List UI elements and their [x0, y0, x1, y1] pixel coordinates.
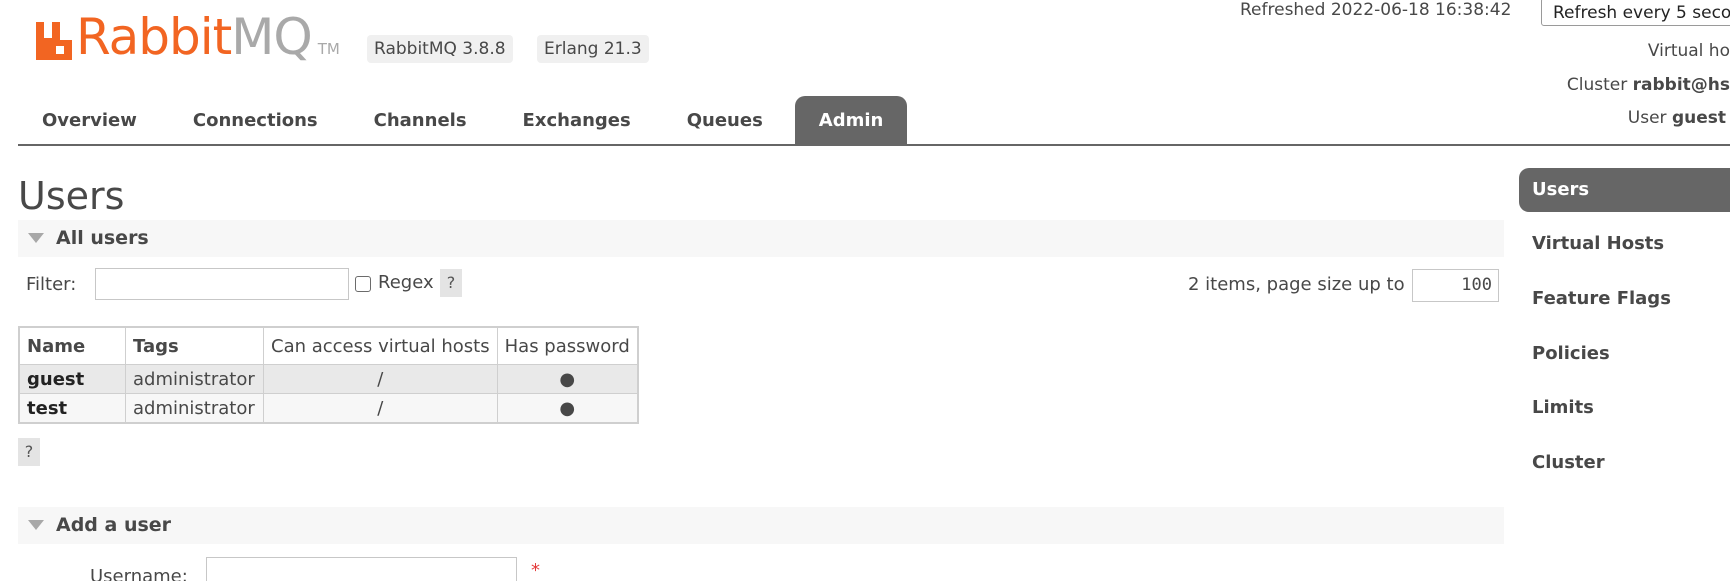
filter-label: Filter: — [26, 274, 77, 295]
virtual-host-label: Virtual ho — [1647, 41, 1730, 61]
user-name: guest — [1671, 108, 1726, 128]
refreshed-timestamp: Refreshed 2022-06-18 16:38:42 — [1240, 0, 1512, 20]
logo-text-mq: MQ — [231, 8, 312, 66]
column-header-vhosts[interactable]: Can access virtual hosts — [263, 326, 498, 365]
tab-admin[interactable]: Admin — [794, 96, 908, 144]
users-table-help-button[interactable]: ? — [18, 438, 40, 466]
user-label: User — [1627, 108, 1667, 128]
username-label: Username: — [90, 566, 188, 581]
sidebar-item-feature-flags[interactable]: Feature Flags — [1519, 277, 1730, 321]
sidebar-item-policies[interactable]: Policies — [1519, 332, 1730, 376]
sidebar-item-users[interactable]: Users — [1519, 168, 1730, 212]
has-password-indicator: ● — [496, 364, 639, 394]
nav-divider — [18, 144, 1730, 146]
rabbitmq-admin-page: Rabbit MQ TM RabbitMQ 3.8.8 Erlang 21.3 R… — [0, 0, 1730, 581]
tab-overview[interactable]: Overview — [18, 96, 161, 144]
rabbitmq-logo[interactable]: Rabbit MQ TM — [34, 8, 340, 62]
refresh-interval-select[interactable]: Refresh every 5 seconds — [1541, 0, 1730, 26]
username-field[interactable] — [206, 557, 517, 581]
collapse-triangle-icon — [28, 520, 44, 530]
regex-checkbox[interactable] — [355, 276, 371, 292]
tab-connections[interactable]: Connections — [169, 96, 342, 144]
has-password-indicator: ● — [496, 393, 639, 424]
logo-trademark: TM — [317, 40, 340, 58]
virtual-host-info: Virtual ho — [1648, 41, 1730, 61]
user-name-link[interactable]: guest — [18, 364, 126, 394]
filter-input[interactable] — [95, 268, 349, 300]
column-header-has-password[interactable]: Has password — [496, 326, 639, 365]
main-nav-tabs: Overview Connections Channels Exchanges … — [18, 96, 915, 144]
add-user-section-title: Add a user — [56, 514, 172, 536]
add-user-section-toggle[interactable]: Add a user — [18, 507, 1504, 544]
user-tags: administrator — [125, 364, 264, 394]
cluster-name: rabbit@hs — [1632, 75, 1730, 95]
sidebar-item-limits[interactable]: Limits — [1519, 386, 1730, 430]
tab-queues[interactable]: Queues — [663, 96, 787, 144]
collapse-triangle-icon — [28, 233, 44, 243]
sidebar-item-virtual-hosts[interactable]: Virtual Hosts — [1519, 222, 1730, 266]
user-vhosts: / — [263, 364, 498, 394]
table-row: test administrator / ● — [18, 393, 639, 424]
users-table: Name Tags Can access virtual hosts Has p… — [18, 326, 639, 424]
page-size-input[interactable]: 100 — [1412, 269, 1499, 302]
table-row: guest administrator / ● — [18, 364, 639, 394]
all-users-section-toggle[interactable]: All users — [18, 220, 1504, 257]
column-header-name[interactable]: Name — [18, 326, 126, 365]
user-name-link[interactable]: test — [18, 393, 126, 424]
user-info: User guest — [1628, 108, 1726, 128]
erlang-version-badge: Erlang 21.3 — [537, 35, 649, 63]
items-count-text: 2 items, page size up to — [1188, 274, 1405, 295]
tab-exchanges[interactable]: Exchanges — [499, 96, 655, 144]
all-users-section-title: All users — [56, 227, 149, 249]
logo-text-rabbit: Rabbit — [76, 8, 232, 66]
regex-help-button[interactable]: ? — [440, 269, 462, 297]
column-header-tags[interactable]: Tags — [125, 326, 264, 365]
users-table-header-row: Name Tags Can access virtual hosts Has p… — [18, 326, 639, 365]
page-title: Users — [18, 174, 125, 218]
required-asterisk: * — [531, 560, 540, 581]
cluster-label: Cluster — [1566, 75, 1628, 95]
cluster-info: Cluster rabbit@hs — [1567, 75, 1730, 95]
user-tags: administrator — [125, 393, 264, 424]
rabbitmq-version-badge: RabbitMQ 3.8.8 — [367, 35, 513, 63]
sidebar-item-cluster[interactable]: Cluster — [1519, 441, 1730, 485]
tab-channels[interactable]: Channels — [350, 96, 491, 144]
user-vhosts: / — [263, 393, 498, 424]
rabbitmq-logo-icon — [36, 22, 72, 60]
regex-label[interactable]: Regex — [378, 272, 434, 293]
